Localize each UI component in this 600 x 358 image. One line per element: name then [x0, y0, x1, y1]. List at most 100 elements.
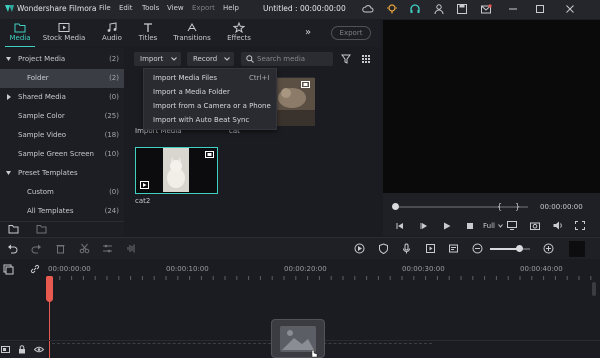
timeline-scrollbar[interactable] [592, 282, 596, 296]
preview-viewer [383, 20, 600, 193]
music-icon [107, 22, 117, 32]
effects-icon [233, 22, 245, 33]
link-icon[interactable] [30, 264, 40, 274]
add-folder-icon[interactable] [8, 224, 19, 234]
record-dropdown[interactable]: Record [187, 52, 234, 66]
menu-tools[interactable]: Tools [142, 4, 159, 12]
cut-icon[interactable] [79, 243, 90, 254]
fullscreen-icon[interactable] [575, 221, 585, 230]
sidebar-item-sample-green-screen[interactable]: Sample Green Screen (10) [0, 145, 124, 164]
save-icon[interactable] [456, 3, 468, 15]
menu-item-label: Import a Media Folder [153, 88, 230, 96]
stock-media-icon [58, 23, 70, 32]
menu-help[interactable]: Help [223, 4, 239, 12]
quality-dropdown[interactable]: Full [483, 222, 495, 230]
sidebar-item-count: (2) [109, 74, 119, 82]
playhead[interactable] [46, 276, 53, 302]
tab-effects-label: Effects [227, 34, 251, 42]
track-height-toggle[interactable] [569, 241, 585, 257]
media-thumb-cat2[interactable] [135, 147, 218, 194]
grid-view-icon[interactable] [361, 54, 371, 64]
sidebar-item-shared-media[interactable]: Shared Media (0) [0, 88, 124, 107]
step-back-icon[interactable] [420, 222, 428, 230]
tab-media[interactable]: Media [0, 19, 40, 47]
maximize-icon[interactable] [534, 3, 546, 15]
mark-out-button[interactable]: } [515, 202, 520, 211]
stop-icon[interactable] [466, 222, 474, 230]
menu-file[interactable]: File [99, 4, 111, 12]
import-dropdown[interactable]: Import [134, 52, 181, 66]
microphone-icon[interactable] [401, 243, 412, 254]
mail-icon[interactable] [480, 3, 492, 15]
tab-effects[interactable]: Effects [219, 19, 259, 47]
voiceover-icon[interactable] [425, 243, 436, 254]
caret-down-icon [6, 171, 11, 175]
menu-view[interactable]: View [167, 4, 184, 12]
menu-item-import-auto-beat-sync[interactable]: Import with Auto Beat Sync [153, 116, 249, 124]
tab-titles[interactable]: Titles [128, 19, 168, 47]
search-input[interactable]: Search media [241, 52, 333, 66]
menu-item-import-media-files[interactable]: Import Media Files Ctrl+I [153, 74, 269, 82]
menu-item-label: Import with Auto Beat Sync [153, 116, 250, 124]
ai-icon[interactable] [448, 243, 459, 254]
zoom-in-icon[interactable] [543, 243, 554, 254]
menu-export[interactable]: Export [192, 4, 215, 12]
tab-transitions-label: Transitions [173, 34, 211, 42]
new-folder-icon[interactable] [36, 224, 47, 234]
render-icon[interactable] [354, 243, 365, 254]
snapshot-icon[interactable] [530, 221, 540, 230]
cloud-icon[interactable] [362, 3, 374, 15]
headset-icon[interactable] [409, 3, 421, 15]
display-icon[interactable] [507, 221, 517, 230]
audio-wave-icon[interactable] [126, 243, 137, 254]
menu-item-import-camera-phone[interactable]: Import from a Camera or a Phone [153, 102, 271, 110]
filter-icon[interactable] [341, 54, 351, 64]
clip-type-icon [301, 81, 310, 88]
record-dropdown-label: Record [193, 55, 218, 63]
zoom-out-icon[interactable] [472, 243, 483, 254]
sidebar-item-custom[interactable]: Custom (0) [0, 183, 124, 202]
document-title: Untitled : 00:00:00:00 [263, 4, 346, 13]
search-icon [246, 55, 254, 63]
marker-shield-icon[interactable] [378, 243, 389, 254]
sidebar-item-label: Project Media [18, 55, 66, 63]
lock-icon[interactable] [18, 345, 26, 354]
sidebar-item-sample-color[interactable]: Sample Color (25) [0, 107, 124, 126]
sidebar-item-count: (0) [109, 93, 119, 101]
sidebar-item-sample-video[interactable]: Sample Video (18) [0, 126, 124, 145]
minimize-icon[interactable] [507, 3, 519, 15]
eye-icon[interactable] [34, 345, 44, 354]
sidebar-item-all-templates[interactable]: All Templates (24) [0, 202, 124, 221]
close-icon[interactable] [564, 3, 576, 15]
sidebar-item-folder[interactable]: Folder (2) [0, 69, 124, 88]
play-icon[interactable] [443, 222, 451, 230]
more-tabs-icon[interactable]: » [305, 27, 311, 38]
timeline-ruler: 00:00:00:00 00:00:10:00 00:00:20:00 00:0… [0, 259, 600, 281]
preview-scrubber-handle[interactable] [392, 203, 399, 210]
ruler-label-1: 00:00:10:00 [166, 265, 209, 273]
tab-audio[interactable]: Audio [92, 19, 132, 47]
tab-audio-label: Audio [102, 34, 122, 42]
undo-icon[interactable] [7, 243, 18, 254]
redo-icon[interactable] [31, 243, 42, 254]
sidebar-item-preset-templates[interactable]: Preset Templates [0, 164, 124, 183]
text-icon [144, 23, 152, 32]
tab-stock-media[interactable]: Stock Media [40, 19, 88, 47]
playhead-line [49, 300, 50, 358]
tab-transitions[interactable]: Transitions [172, 19, 212, 47]
account-icon[interactable] [433, 3, 445, 15]
zoom-slider-handle[interactable] [516, 245, 523, 252]
bulb-icon[interactable] [386, 3, 398, 15]
sidebar-item-label: Preset Templates [18, 169, 78, 177]
export-button[interactable]: Export [331, 26, 371, 40]
volume-icon[interactable] [553, 221, 563, 230]
adjust-icon[interactable] [102, 243, 113, 254]
mark-in-button[interactable]: { [497, 202, 502, 211]
menu-item-import-media-folder[interactable]: Import a Media Folder [153, 88, 230, 96]
sidebar-item-project-media[interactable]: Project Media (2) [0, 50, 124, 69]
title-bar: Wondershare Filmora File Edit Tools View… [0, 0, 600, 19]
menu-edit[interactable]: Edit [119, 4, 133, 12]
preview-progress-bar[interactable] [395, 206, 528, 208]
previous-frame-icon[interactable] [396, 222, 404, 230]
delete-icon[interactable] [55, 243, 66, 254]
